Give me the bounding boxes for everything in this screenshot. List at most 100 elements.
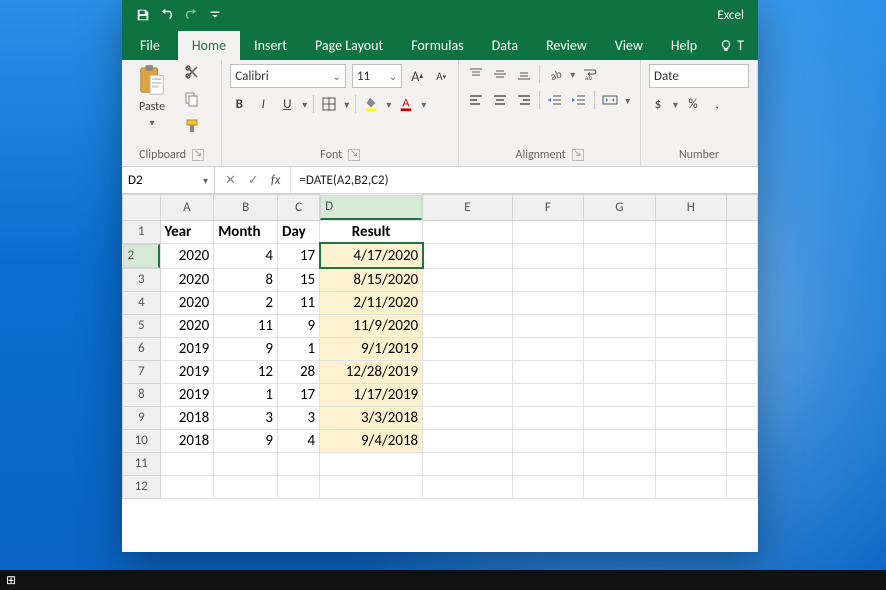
cell-H6[interactable] xyxy=(655,337,726,360)
col-header-E[interactable]: E xyxy=(423,195,513,221)
cell-E1[interactable] xyxy=(423,220,513,243)
cell-G10[interactable] xyxy=(584,429,655,452)
cell-A11[interactable] xyxy=(160,452,214,475)
cell-F9[interactable] xyxy=(512,406,583,429)
paste-dropdown-icon[interactable]: ▾ xyxy=(149,116,154,129)
cell-D7[interactable]: 12/28/2019 xyxy=(320,360,423,383)
select-all-corner[interactable] xyxy=(123,195,161,221)
row-header-9[interactable]: 9 xyxy=(123,406,161,429)
font-color-icon[interactable]: A xyxy=(397,94,415,114)
align-middle-icon[interactable] xyxy=(491,64,509,84)
cell-E3[interactable] xyxy=(423,268,513,291)
cell-H4[interactable] xyxy=(655,291,726,314)
redo-icon[interactable] xyxy=(184,8,198,22)
cell-B4[interactable]: 2 xyxy=(214,291,278,314)
cell-E10[interactable] xyxy=(423,429,513,452)
cell-C1[interactable]: Day xyxy=(278,220,320,243)
font-size-select[interactable]: 11⌄ xyxy=(352,64,402,88)
alignment-launcher-icon[interactable]: ↘ xyxy=(572,149,584,161)
cell-B7[interactable]: 12 xyxy=(214,360,278,383)
shrink-font-icon[interactable]: A▾ xyxy=(432,66,450,86)
cell-F11[interactable] xyxy=(512,452,583,475)
chevron-down-icon[interactable]: ▾ xyxy=(421,98,426,111)
merge-center-icon[interactable] xyxy=(601,90,619,110)
bold-button[interactable]: B xyxy=(230,94,248,114)
qat-customize-icon[interactable] xyxy=(208,8,222,22)
cell-E11[interactable] xyxy=(423,452,513,475)
start-button-icon[interactable]: ⊞ xyxy=(0,571,22,590)
cell-A4[interactable]: 2020 xyxy=(160,291,214,314)
cell-A5[interactable]: 2020 xyxy=(160,314,214,337)
cell-A12[interactable] xyxy=(160,475,214,498)
tab-page-layout[interactable]: Page Layout xyxy=(301,31,397,60)
cell-G4[interactable] xyxy=(584,291,655,314)
format-painter-icon[interactable] xyxy=(184,118,200,139)
decrease-indent-icon[interactable] xyxy=(546,90,564,110)
col-header-H[interactable]: H xyxy=(655,195,726,221)
cell-A9[interactable]: 2018 xyxy=(160,406,214,429)
cell-D4[interactable]: 2/11/2020 xyxy=(320,291,423,314)
cell-I11[interactable] xyxy=(726,452,757,475)
name-box[interactable]: D2 ▾ xyxy=(122,167,215,193)
cell-I7[interactable] xyxy=(726,360,757,383)
cell-H11[interactable] xyxy=(655,452,726,475)
cell-E7[interactable] xyxy=(423,360,513,383)
worksheet-grid[interactable]: ABCDEFGH1YearMonthDayResult220204174/17/… xyxy=(122,194,758,552)
cell-G5[interactable] xyxy=(584,314,655,337)
chevron-down-icon[interactable]: ▾ xyxy=(625,94,630,107)
row-header-5[interactable]: 5 xyxy=(123,314,161,337)
cell-F5[interactable] xyxy=(512,314,583,337)
cell-D3[interactable]: 8/15/2020 xyxy=(320,268,423,291)
formula-bar[interactable]: =DATE(A2,B2,C2) xyxy=(291,173,758,188)
cell-C3[interactable]: 15 xyxy=(278,268,320,291)
cell-I3[interactable] xyxy=(726,268,757,291)
chevron-down-icon[interactable]: ▾ xyxy=(344,98,349,111)
font-launcher-icon[interactable]: ↘ xyxy=(348,149,360,161)
cell-D9[interactable]: 3/3/2018 xyxy=(320,406,423,429)
orientation-icon[interactable]: ab xyxy=(546,64,564,84)
cell-D11[interactable] xyxy=(320,452,423,475)
cell-F4[interactable] xyxy=(512,291,583,314)
row-header-12[interactable]: 12 xyxy=(123,475,161,498)
cell-D8[interactable]: 1/17/2019 xyxy=(320,383,423,406)
row-header-3[interactable]: 3 xyxy=(123,268,161,291)
cell-D6[interactable]: 9/1/2019 xyxy=(320,337,423,360)
currency-icon[interactable]: $ xyxy=(649,94,667,114)
cell-B2[interactable]: 4 xyxy=(214,243,278,268)
cell-H9[interactable] xyxy=(655,406,726,429)
cell-E6[interactable] xyxy=(423,337,513,360)
cell-D10[interactable]: 9/4/2018 xyxy=(320,429,423,452)
cell-A2[interactable]: 2020 xyxy=(160,243,214,268)
cell-F3[interactable] xyxy=(512,268,583,291)
cell-C11[interactable] xyxy=(278,452,320,475)
cell-B11[interactable] xyxy=(214,452,278,475)
cell-F10[interactable] xyxy=(512,429,583,452)
font-name-select[interactable]: Calibri⌄ xyxy=(230,64,346,88)
cell-G9[interactable] xyxy=(584,406,655,429)
cell-F2[interactable] xyxy=(512,243,583,268)
align-left-icon[interactable] xyxy=(467,90,485,110)
clipboard-launcher-icon[interactable]: ↘ xyxy=(192,149,204,161)
cell-G8[interactable] xyxy=(584,383,655,406)
cell-F7[interactable] xyxy=(512,360,583,383)
number-format-select[interactable]: Date xyxy=(649,64,749,88)
cell-G2[interactable] xyxy=(584,243,655,268)
cell-I1[interactable] xyxy=(726,220,757,243)
cell-H8[interactable] xyxy=(655,383,726,406)
borders-icon[interactable] xyxy=(320,94,338,114)
chevron-down-icon[interactable]: ▾ xyxy=(302,98,307,111)
cancel-icon[interactable]: ✕ xyxy=(225,173,236,188)
col-header-C[interactable]: C xyxy=(278,195,320,221)
cell-B5[interactable]: 11 xyxy=(214,314,278,337)
tab-formulas[interactable]: Formulas xyxy=(397,31,477,60)
chevron-down-icon[interactable]: ▾ xyxy=(570,68,575,81)
cell-H3[interactable] xyxy=(655,268,726,291)
cell-H5[interactable] xyxy=(655,314,726,337)
col-header-B[interactable]: B xyxy=(214,195,278,221)
cell-C4[interactable]: 11 xyxy=(278,291,320,314)
row-header-11[interactable]: 11 xyxy=(123,452,161,475)
fx-icon[interactable]: fx xyxy=(271,173,281,188)
chevron-down-icon[interactable]: ▾ xyxy=(386,98,391,111)
cell-E12[interactable] xyxy=(423,475,513,498)
cut-icon[interactable] xyxy=(184,64,200,85)
